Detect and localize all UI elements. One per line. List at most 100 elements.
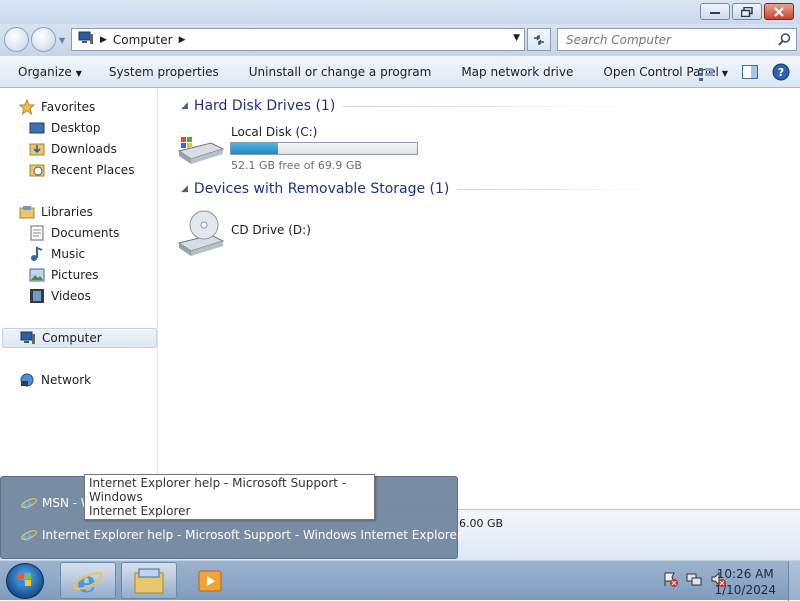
address-dropdown-icon[interactable]: ▼ — [513, 33, 520, 43]
taskbar-windows-explorer[interactable] — [121, 562, 177, 599]
nav-network-label: Network — [41, 373, 92, 387]
nav-documents[interactable]: Documents — [29, 223, 119, 243]
local-disk-c[interactable]: Local Disk (C:) 52.1 GB free of 69.9 GB — [159, 119, 429, 172]
help-button[interactable]: ? — [772, 63, 790, 84]
nav-pictures-label: Pictures — [51, 268, 99, 282]
nav-downloads[interactable]: Downloads — [29, 139, 117, 159]
desktop-icon — [29, 120, 45, 136]
group-divider — [343, 105, 644, 107]
clock-time: 10:26 AM — [716, 567, 774, 581]
cd-drive-icon — [177, 209, 225, 260]
back-button[interactable] — [4, 27, 29, 52]
internet-explorer-icon: e — [73, 566, 103, 596]
nav-recent-places[interactable]: Recent Places — [29, 160, 134, 180]
nav-music[interactable]: Music — [29, 244, 85, 264]
memory-value: 6.00 GB — [459, 517, 504, 530]
tooltip: Internet Explorer help - Microsoft Suppo… — [84, 474, 375, 520]
view-controls: ▼ ? — [698, 63, 790, 84]
nav-videos[interactable]: Videos — [29, 286, 91, 306]
forward-button[interactable] — [31, 27, 56, 52]
window-item-msn[interactable]: e MSN - W — [21, 494, 93, 513]
nav-videos-label: Videos — [51, 289, 91, 303]
close-icon — [774, 6, 784, 17]
preview-pane-button[interactable] — [742, 65, 758, 82]
tooltip-line-2: Internet Explorer — [89, 504, 191, 518]
breadcrumb-arrow-icon[interactable]: ▶ — [179, 35, 186, 45]
taskbar-media-player[interactable] — [182, 562, 238, 599]
nav-libraries[interactable]: Libraries — [19, 202, 93, 222]
downloads-folder-icon — [29, 141, 45, 157]
address-bar[interactable]: ▶ Computer ▶ ▼ — [71, 28, 525, 51]
close-button[interactable] — [764, 3, 794, 20]
help-icon: ? — [772, 63, 790, 81]
clock-date: 1/10/2024 — [714, 583, 776, 597]
navigation-pane: Favorites Desktop Downloads Recent Place… — [0, 89, 158, 509]
title-bar — [0, 0, 800, 24]
window-item-ie-help-label: Internet Explorer help - Microsoft Suppo… — [42, 528, 462, 542]
group-divider — [457, 188, 658, 190]
search-icon[interactable] — [778, 33, 791, 49]
change-view-button[interactable]: ▼ — [698, 67, 728, 81]
hard-drive-icon — [177, 133, 225, 168]
nav-libraries-label: Libraries — [41, 205, 93, 219]
content-pane: ◢ Hard Disk Drives (1) Local Disk (C:) 5… — [159, 89, 800, 509]
maximize-button[interactable] — [732, 3, 762, 20]
media-player-icon — [198, 570, 222, 591]
chevron-down-icon: ▼ — [75, 68, 82, 78]
star-icon — [19, 99, 35, 115]
nav-desktop[interactable]: Desktop — [29, 118, 101, 138]
show-desktop-button[interactable] — [788, 561, 800, 601]
minimize-button[interactable] — [700, 3, 730, 20]
system-properties-button[interactable]: System properties — [109, 65, 219, 79]
view-icon — [698, 67, 713, 81]
nav-desktop-label: Desktop — [51, 121, 101, 135]
breadcrumb-arrow-icon[interactable]: ▶ — [100, 35, 107, 45]
action-center-icon[interactable] — [662, 571, 678, 590]
refresh-button[interactable] — [527, 28, 551, 51]
nav-network[interactable]: Network — [19, 370, 91, 390]
cd-drive-name: CD Drive (D:) — [231, 223, 311, 237]
uninstall-program-button[interactable]: Uninstall or change a program — [249, 65, 432, 79]
organize-menu[interactable]: Organize ▼ — [18, 65, 82, 79]
taskbar-internet-explorer[interactable]: e — [60, 562, 116, 599]
nav-documents-label: Documents — [51, 226, 120, 240]
nav-favorites[interactable]: Favorites — [19, 97, 95, 117]
search-box[interactable] — [557, 28, 797, 51]
group-hard-disk-drives-label: Hard Disk Drives (1) — [193, 98, 336, 114]
disk-usage-bar — [230, 142, 418, 155]
network-status-icon[interactable] — [686, 571, 702, 590]
libraries-icon — [19, 204, 35, 220]
nav-downloads-label: Downloads — [51, 142, 117, 156]
recent-pages-dropdown[interactable]: ▼ — [59, 36, 65, 45]
preview-pane-icon — [742, 65, 758, 79]
nav-pictures[interactable]: Pictures — [29, 265, 99, 285]
group-removable-storage-label: Devices with Removable Storage (1) — [193, 181, 450, 197]
group-removable-storage[interactable]: ◢ Devices with Removable Storage (1) — [181, 181, 658, 197]
group-hard-disk-drives[interactable]: ◢ Hard Disk Drives (1) — [181, 98, 644, 114]
collapse-icon[interactable]: ◢ — [181, 184, 188, 194]
collapse-icon[interactable]: ◢ — [181, 101, 188, 111]
search-input[interactable] — [566, 32, 776, 47]
local-disk-free-space: 52.1 GB free of 69.9 GB — [231, 159, 362, 172]
nav-computer[interactable]: Computer — [2, 328, 157, 348]
minimize-icon — [710, 11, 720, 14]
nav-music-label: Music — [51, 247, 86, 261]
window-controls — [700, 3, 794, 20]
taskbar: e 10:26 AM 1/10/2024 — [0, 560, 800, 601]
internet-explorer-icon: e — [21, 494, 37, 513]
folder-icon — [134, 568, 164, 593]
pictures-icon — [29, 267, 45, 283]
address-row: ▼ ▶ Computer ▶ ▼ — [0, 24, 800, 56]
breadcrumb-computer[interactable]: Computer — [113, 33, 173, 47]
map-network-drive-button[interactable]: Map network drive — [461, 65, 573, 79]
window-item-ie-help[interactable]: e Internet Explorer help - Microsoft Sup… — [21, 526, 462, 545]
cd-drive-d[interactable]: CD Drive (D:) — [159, 205, 359, 256]
clock[interactable]: 10:26 AM 1/10/2024 — [714, 566, 776, 598]
nav-computer-label: Computer — [42, 331, 102, 345]
computer-icon — [20, 330, 36, 346]
start-button[interactable] — [6, 563, 44, 599]
windows-logo-icon — [18, 573, 31, 586]
nav-recent-places-label: Recent Places — [51, 163, 135, 177]
tooltip-line-1: Internet Explorer help - Microsoft Suppo… — [89, 476, 347, 504]
recent-places-icon — [29, 162, 45, 178]
